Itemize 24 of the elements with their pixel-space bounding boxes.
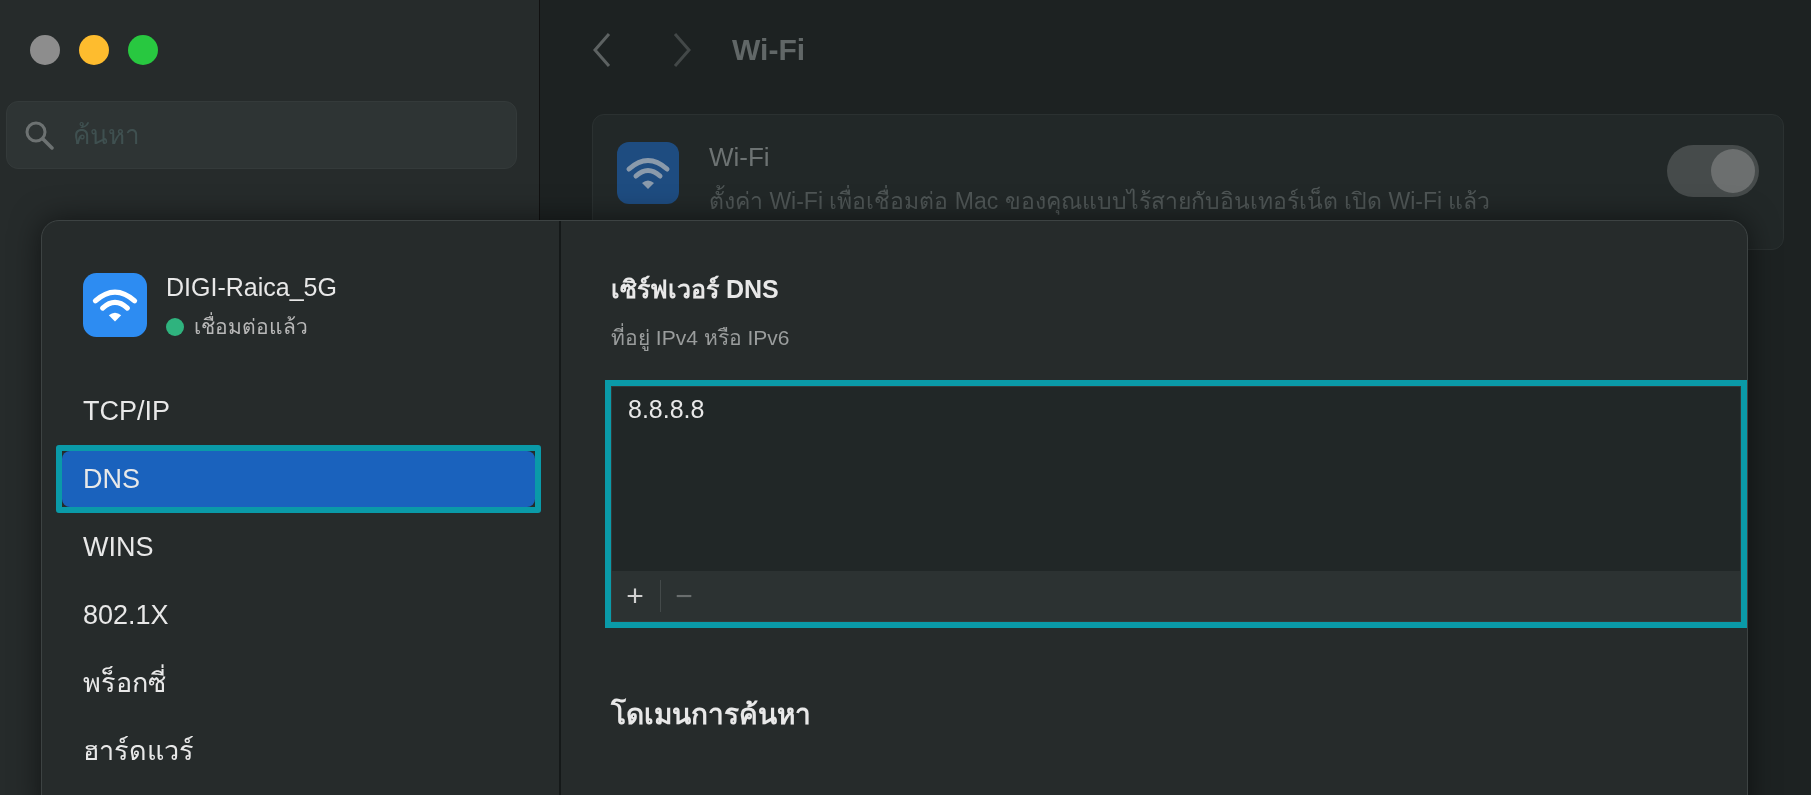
dns-server-list[interactable]: 8.8.8.8 + − (611, 386, 1741, 622)
wifi-toggle[interactable] (1667, 145, 1759, 197)
add-button[interactable]: + (620, 579, 650, 613)
close-button[interactable] (30, 35, 60, 65)
sidebar-tab[interactable]: พร็อกซี่ (62, 655, 535, 711)
wifi-icon (617, 142, 679, 204)
zoom-button[interactable] (128, 35, 158, 65)
window-title: Wi-Fi (732, 33, 806, 67)
wifi-icon (83, 273, 147, 337)
sidebar-tab[interactable]: 802.1X (62, 587, 535, 643)
search-icon (24, 120, 54, 150)
section-title: เซิร์ฟเวอร์ DNS (611, 274, 780, 305)
section-title: โดเมนการค้นหา (611, 697, 812, 732)
section-subtitle: ที่อยู่ IPv4 หรือ IPv6 (611, 321, 1747, 354)
sidebar-tab[interactable]: DNS (62, 451, 535, 507)
sidebar-tab[interactable]: ฮาร์ดแวร์ (62, 723, 535, 779)
network-name: DIGI-Raica_5G (166, 273, 337, 302)
wifi-title: Wi-Fi (709, 142, 771, 173)
sidebar-tab[interactable]: TCP/IP (62, 383, 535, 439)
sidebar-tab[interactable]: WINS (62, 519, 535, 575)
connection-status: เชื่อมต่อแล้ว (194, 310, 308, 343)
dns-server-entry[interactable]: 8.8.8.8 (628, 395, 705, 424)
back-icon[interactable] (592, 32, 612, 68)
minimize-button[interactable] (79, 35, 109, 65)
